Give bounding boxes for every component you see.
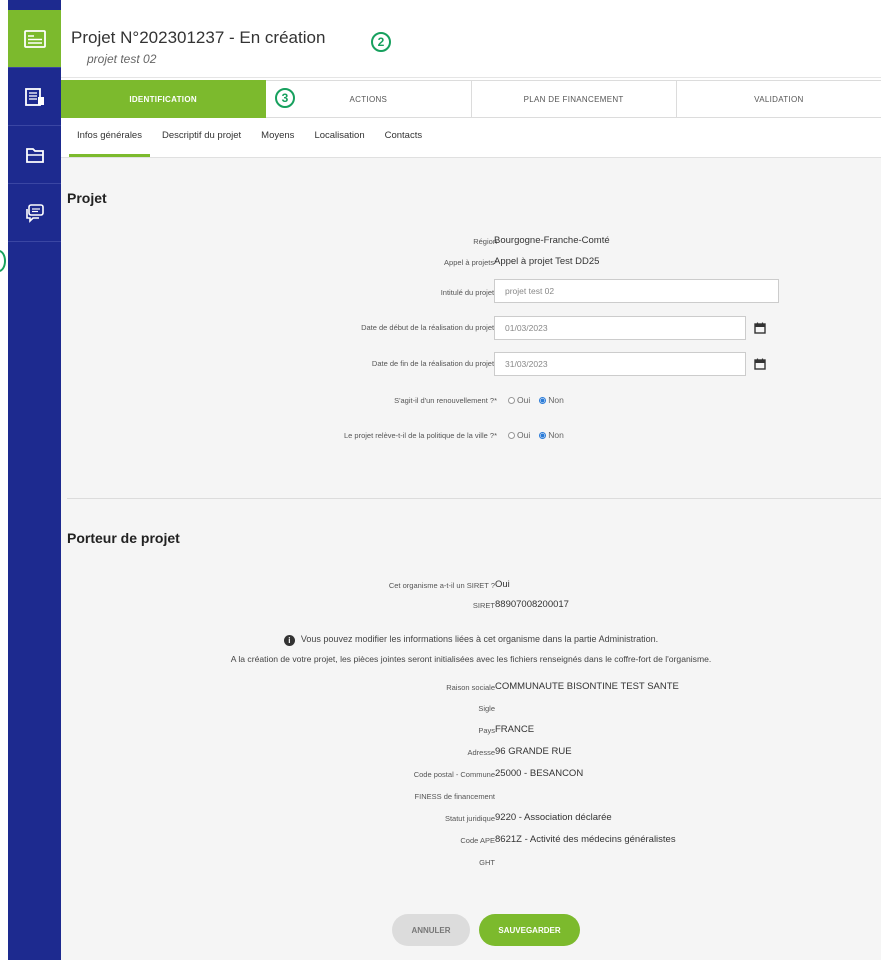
subtab-infos-generales[interactable]: Infos générales	[69, 130, 150, 157]
siret-label: SIRET	[472, 601, 495, 610]
date-fin-input[interactable]: 31/03/2023	[494, 352, 746, 376]
renouvellement-oui-radio[interactable]	[508, 396, 515, 404]
adresse-value: 96 GRANDE RUE	[495, 746, 572, 757]
info-icon: i	[283, 635, 295, 646]
section-divider	[67, 498, 881, 499]
renouvellement-radio-group: Oui Non	[508, 395, 573, 405]
subtab-localisation[interactable]: Localisation	[306, 130, 372, 157]
tab-validation[interactable]: VALIDATION	[676, 80, 881, 118]
tab-plan-de-financement[interactable]: PLAN DE FINANCEMENT	[471, 80, 677, 118]
adresse-label: Adresse	[467, 748, 495, 757]
intitule-label: Intitulé du projet*	[440, 288, 497, 297]
calendar-icon[interactable]	[754, 322, 766, 334]
info-message-1: i Vous pouvez modifier les informations l…	[61, 634, 881, 646]
finess-label: FINESS de financement	[414, 792, 495, 801]
save-button[interactable]: SAUVEGARDER	[479, 914, 580, 946]
project-header: Projet N°202301237 - En création projet …	[61, 10, 881, 78]
rail-folder-button[interactable]	[8, 126, 61, 184]
renouvellement-oui-label[interactable]: Oui	[517, 395, 530, 405]
pays-value: FRANCE	[495, 724, 535, 735]
chat-icon	[25, 203, 44, 223]
statut-juridique-label: Statut juridique	[444, 814, 495, 823]
politique-oui-label[interactable]: Oui	[517, 430, 530, 440]
date-fin-label: Date de fin de la réalisation du projet*	[371, 359, 497, 368]
page-title: Projet N°202301237 - En création	[71, 28, 326, 47]
code-postal-value: 25000 - BESANCON	[495, 768, 584, 779]
calendar-icon[interactable]	[754, 358, 766, 370]
section-title-projet: Projet	[67, 190, 107, 206]
annotation-marker-3: 3	[275, 88, 295, 108]
annotation-marker-2: 2	[371, 32, 391, 52]
statut-juridique-value: 9220 - Association déclarée	[495, 812, 612, 823]
sigle-label: Sigle	[478, 704, 495, 713]
politique-non-label[interactable]: Non	[548, 430, 564, 440]
raison-sociale-value: COMMUNAUTE BISONTINE TEST SANTE	[495, 681, 679, 692]
section-title-porteur: Porteur de projet	[67, 530, 180, 546]
region-value: Bourgogne-Franche-Comté	[494, 235, 610, 246]
code-ape-label: Code APE	[460, 836, 495, 845]
siret-question-value: Oui	[495, 579, 510, 590]
main-content: Projet Région Bourgogne-Franche-Comté Ap…	[61, 158, 881, 960]
folder-icon	[25, 147, 44, 163]
info-message-2: A la création de votre projet, les pièce…	[230, 654, 712, 664]
politique-oui-radio[interactable]	[508, 431, 515, 439]
tab-actions[interactable]: ACTIONS	[266, 80, 472, 118]
subtab-descriptif[interactable]: Descriptif du projet	[154, 130, 249, 157]
renouvellement-label: S'agit-il d'un renouvellement ?*	[394, 396, 497, 405]
politique-non-radio[interactable]	[539, 431, 547, 439]
tab-identification[interactable]: IDENTIFICATION	[61, 80, 267, 118]
renouvellement-non-radio[interactable]	[539, 396, 547, 404]
politique-ville-label: Le projet relève-t-il de la politique de…	[343, 431, 497, 440]
annotation-marker-partial	[0, 250, 6, 272]
info-message-text-1: Vous pouvez modifier les informations li…	[300, 634, 659, 644]
subtab-moyens[interactable]: Moyens	[253, 130, 302, 157]
appel-value: Appel à projet Test DD25	[494, 256, 600, 267]
politique-ville-radio-group: Oui Non	[508, 430, 573, 440]
date-debut-input[interactable]: 01/03/2023	[494, 316, 746, 340]
renouvellement-non-label[interactable]: Non	[548, 395, 564, 405]
code-postal-label: Code postal - Commune	[413, 770, 495, 779]
ght-label: GHT	[479, 858, 495, 867]
siret-question-label: Cet organisme a-t-il un SIRET ?	[388, 581, 495, 590]
date-debut-label: Date de début de la réalisation du proje…	[361, 323, 497, 332]
project-list-icon	[23, 29, 46, 48]
siret-value: 88907008200017	[495, 599, 569, 610]
appel-label: Appel à projets*	[444, 258, 497, 267]
pays-label: Pays	[478, 726, 495, 735]
code-ape-value: 8621Z - Activité des médecins généralist…	[495, 834, 676, 845]
rail-dashboard-button[interactable]	[8, 68, 61, 126]
subtab-contacts[interactable]: Contacts	[377, 130, 431, 157]
rail-projects-button[interactable]	[8, 10, 61, 68]
dashboard-icon	[24, 87, 44, 106]
rail-chat-button[interactable]	[8, 184, 61, 242]
page-subtitle: projet test 02	[87, 52, 157, 66]
left-navigation-rail	[8, 0, 61, 960]
cancel-button[interactable]: ANNULER	[392, 914, 470, 946]
raison-sociale-label: Raison sociale	[446, 683, 495, 692]
intitule-input[interactable]: projet test 02	[494, 279, 779, 303]
sub-tabs: Infos générales Descriptif du projet Moy…	[61, 118, 881, 158]
step-tabs: IDENTIFICATION ACTIONS PLAN DE FINANCEME…	[61, 80, 881, 118]
